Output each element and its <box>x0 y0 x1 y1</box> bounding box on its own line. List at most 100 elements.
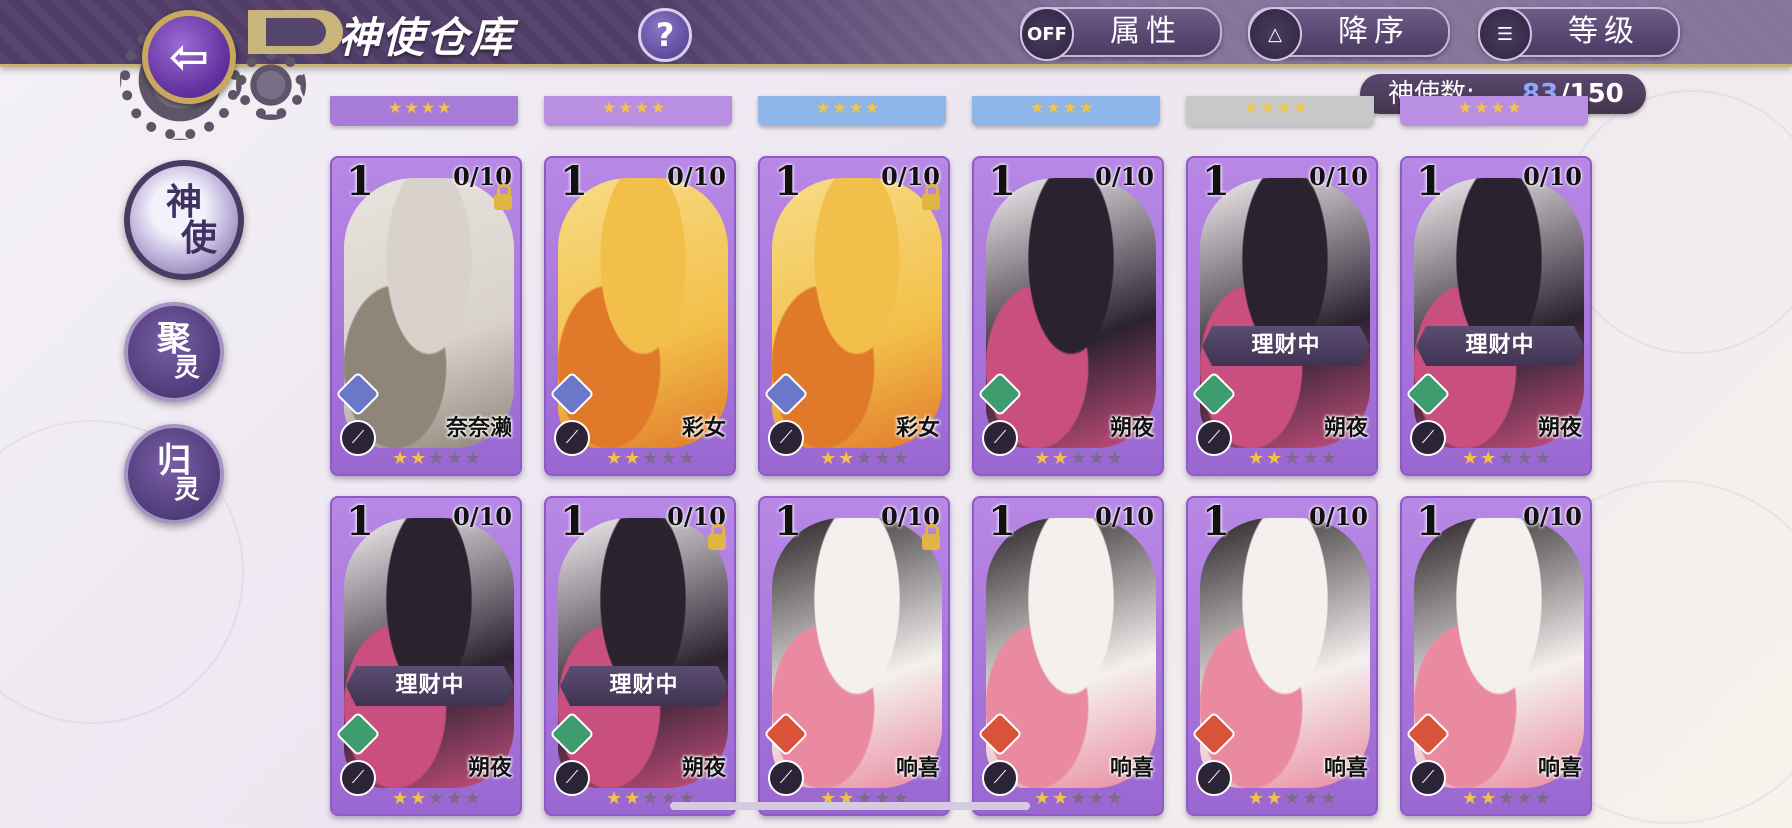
card-level: 1 <box>988 158 1016 205</box>
sort-order-label: 降序 <box>1338 14 1410 49</box>
character-card[interactable]: 1 0/10 ⟋ 朔夜 ★★★★★ <box>972 156 1164 476</box>
character-card[interactable]: 1 0/10 理财中 ⟋ 朔夜 ★★★★★ <box>1186 156 1378 476</box>
weapon-sword-icon: ⟋ <box>982 420 1018 456</box>
gear-decoration-icon <box>236 50 306 120</box>
star-rating: ★★★★★ <box>1248 448 1339 469</box>
character-portrait <box>772 518 942 788</box>
card-progress: 0/10 <box>667 162 726 191</box>
sort-criteria-button[interactable]: ☰ 等级 <box>1478 7 1680 61</box>
back-button[interactable]: ⇦ <box>142 10 236 104</box>
star-filled-icon: ★ <box>1052 448 1071 469</box>
character-card[interactable]: 1 0/10 ⟋ 响喜 ★★★★★ <box>758 496 950 816</box>
attribute-filter-toggle[interactable]: OFF 属性 <box>1020 7 1222 61</box>
star-rating: ★★★★ <box>388 98 454 117</box>
character-card[interactable]: 1 0/10 ⟋ 响喜 ★★★★★ <box>1186 496 1378 816</box>
sort-lines-icon: ☰ <box>1478 7 1532 61</box>
star-rating: ★★★★★ <box>392 448 483 469</box>
partial-card[interactable]: ★★★★ <box>1400 96 1588 126</box>
background-ring <box>1560 90 1792 354</box>
card-level: 1 <box>1416 498 1444 545</box>
star-empty-icon: ★ <box>1516 788 1535 809</box>
character-portrait <box>558 178 728 448</box>
star-empty-icon: ★ <box>678 448 697 469</box>
star-filled-icon: ★ <box>410 788 429 809</box>
character-portrait <box>986 518 1156 788</box>
star-rating: ★★★★★ <box>392 788 483 809</box>
weapon-sword-icon: ⟋ <box>554 420 590 456</box>
star-empty-icon: ★ <box>1284 448 1303 469</box>
star-empty-icon: ★ <box>642 448 661 469</box>
star-filled-icon: ★ <box>1266 448 1285 469</box>
star-rating: ★★★★ <box>816 98 882 117</box>
page-title: 神使仓库 <box>338 13 515 62</box>
star-empty-icon: ★ <box>874 448 893 469</box>
crescent-moon-icon <box>248 10 343 54</box>
card-progress: 0/10 <box>1309 162 1368 191</box>
star-filled-icon: ★ <box>392 448 411 469</box>
character-name: 彩女 <box>895 415 940 441</box>
star-filled-icon: ★ <box>1248 448 1267 469</box>
character-name: 彩女 <box>681 415 726 441</box>
character-card[interactable]: 1 0/10 理财中 ⟋ 朔夜 ★★★★★ <box>1400 156 1592 476</box>
weapon-sword-icon: ⟋ <box>1410 420 1446 456</box>
character-card[interactable]: 1 0/10 ⟋ 奈奈濑 ★★★★★ <box>330 156 522 476</box>
question-mark-icon: ? <box>655 16 675 54</box>
star-filled-icon: ★ <box>624 788 643 809</box>
character-name: 朔夜 <box>681 755 726 781</box>
character-card[interactable]: 1 0/10 理财中 ⟋ 朔夜 ★★★★★ <box>544 496 736 816</box>
star-empty-icon: ★ <box>1302 788 1321 809</box>
star-empty-icon: ★ <box>660 448 679 469</box>
star-filled-icon: ★ <box>606 448 625 469</box>
star-filled-icon: ★ <box>1480 448 1499 469</box>
star-empty-icon: ★ <box>1516 448 1535 469</box>
star-empty-icon: ★ <box>1498 788 1517 809</box>
character-name: 朔夜 <box>467 755 512 781</box>
star-rating: ★★★★ <box>1244 98 1310 117</box>
weapon-sword-icon: ⟋ <box>1196 760 1232 796</box>
partial-card[interactable]: ★★★★ <box>544 96 732 126</box>
card-level: 1 <box>1416 158 1444 205</box>
partial-card[interactable]: ★★★★ <box>330 96 518 126</box>
character-card[interactable]: 1 0/10 ⟋ 彩女 ★★★★★ <box>544 156 736 476</box>
star-empty-icon: ★ <box>1498 448 1517 469</box>
scrollbar[interactable] <box>670 802 1030 810</box>
star-empty-icon: ★ <box>1320 788 1339 809</box>
character-card[interactable]: 1 0/10 ⟋ 响喜 ★★★★★ <box>1400 496 1592 816</box>
sidebar-tab-return[interactable]: 归灵 <box>124 424 224 524</box>
card-level: 1 <box>346 498 374 545</box>
weapon-sword-icon: ⟋ <box>554 760 590 796</box>
weapon-sword-icon: ⟋ <box>768 420 804 456</box>
character-card[interactable]: 1 0/10 ⟋ 响喜 ★★★★★ <box>972 496 1164 816</box>
character-card[interactable]: 1 0/10 ⟋ 彩女 ★★★★★ <box>758 156 950 476</box>
character-name: 响喜 <box>1323 755 1368 781</box>
character-portrait <box>772 178 942 448</box>
sidebar-tab-label-top: 神 <box>165 181 202 223</box>
card-progress: 0/10 <box>1095 162 1154 191</box>
card-progress: 0/10 <box>1523 502 1582 531</box>
character-name: 响喜 <box>1109 755 1154 781</box>
star-filled-icon: ★ <box>1480 788 1499 809</box>
sort-order-button[interactable]: △ 降序 <box>1248 7 1450 61</box>
status-banner: 理财中 <box>1202 326 1370 366</box>
character-portrait <box>1414 518 1584 788</box>
star-filled-icon: ★ <box>392 788 411 809</box>
star-filled-icon: ★ <box>838 448 857 469</box>
star-empty-icon: ★ <box>1088 448 1107 469</box>
partial-card[interactable]: ★★★★ <box>1186 96 1374 126</box>
help-button[interactable]: ? <box>638 8 692 62</box>
star-empty-icon: ★ <box>1284 788 1303 809</box>
sidebar-tab-characters[interactable]: 神使 <box>124 160 244 280</box>
card-progress: 0/10 <box>1309 502 1368 531</box>
sidebar-tab-gather[interactable]: 聚灵 <box>124 302 224 402</box>
star-rating: ★★★★★ <box>606 448 697 469</box>
partial-card[interactable]: ★★★★ <box>972 96 1160 126</box>
character-name: 响喜 <box>895 755 940 781</box>
character-card[interactable]: 1 0/10 理财中 ⟋ 朔夜 ★★★★★ <box>330 496 522 816</box>
sidebar-tab-label-bottom: 灵 <box>174 475 200 506</box>
star-empty-icon: ★ <box>892 448 911 469</box>
star-empty-icon: ★ <box>1534 788 1553 809</box>
character-portrait <box>1200 518 1370 788</box>
sidebar-tab-label-top: 归 <box>156 441 191 482</box>
lock-icon <box>494 184 512 210</box>
partial-card[interactable]: ★★★★ <box>758 96 946 126</box>
